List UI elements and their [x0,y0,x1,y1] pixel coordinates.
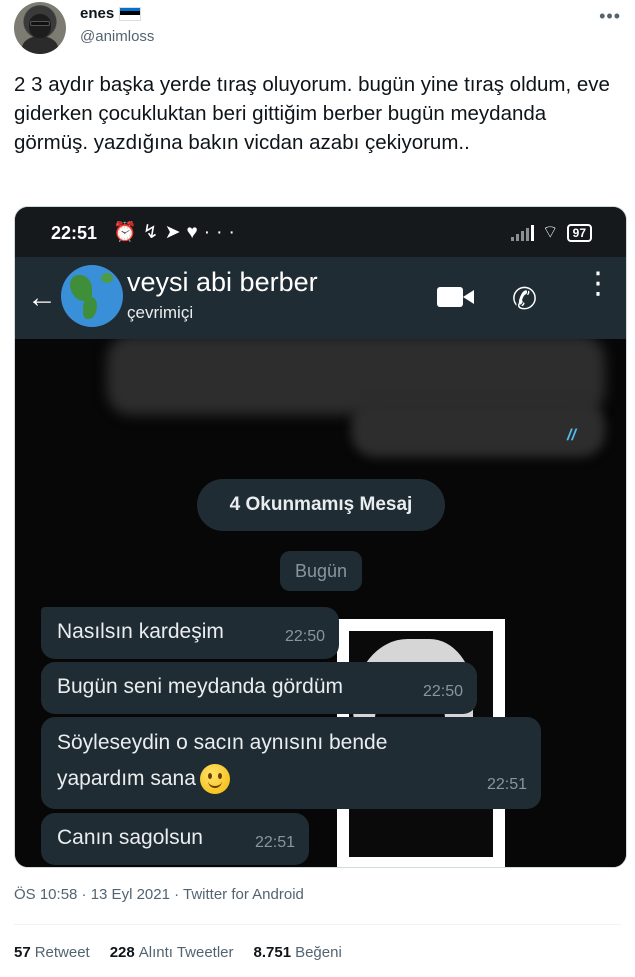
divider [14,924,621,925]
more-notifications-icon: ··· [203,222,241,243]
status-right: ⌔ 97 [510,221,592,244]
author-handle[interactable]: @animloss [80,28,154,45]
message-time: 22:50 [422,683,463,700]
likes-label: Beğeni [295,944,342,961]
wifi-icon: ⌔ [541,222,559,242]
message-text: yapardım sana [57,767,196,790]
chat-area[interactable]: // 4 Okunmamış Mesaj Bugün Nasılsın kard… [15,339,626,867]
phone-status-bar: 22:51 ⏰↯➤♥··· ⌔ 97 [15,207,626,257]
status-time: 22:51 [51,223,98,243]
heart-icon: ♥ [186,222,204,243]
tweet-text: 2 3 aydır başka yerde tıraş oluyorum. bu… [14,73,610,154]
contact-status: çevrimiçi [127,303,194,322]
message-bubble[interactable]: Canın sagolsun 22:51 [41,813,309,865]
message-time: 22:51 [486,776,527,793]
alarm-off-icon: ⏰ [113,222,143,243]
read-receipt-icon: // [567,427,576,444]
back-arrow-icon[interactable]: ← [27,281,57,315]
video-call-icon[interactable] [437,287,474,307]
smile-emoji-icon [199,764,230,795]
author-display-name[interactable]: enes [80,5,142,22]
retweets-stat[interactable]: 57 Retweet [14,944,90,961]
contact-avatar-globe-icon[interactable] [61,265,123,327]
telegram-icon: ➤ [164,222,187,243]
notification-icons: ⏰↯➤♥··· [113,220,241,244]
quotes-count: 228 [109,944,135,961]
battery-icon: 97 [566,223,592,242]
missed-call-icon: ↯ [142,222,165,243]
author-name[interactable]: enes [80,5,114,22]
chat-header: ← veysi abi berber çevrimiçi ✆ ⋮ [15,257,626,339]
likes-count: 8.751 [253,944,292,961]
contact-name[interactable]: veysi abi berber [127,267,318,298]
tweet-header: enes @animloss ••• [14,0,621,60]
message-bubble[interactable]: Söyleseydin o sacın aynısını bende yapar… [41,717,541,809]
signal-icon [510,224,534,241]
message-bubble[interactable]: Nasılsın kardeşim 22:50 [41,607,339,659]
message-bubble[interactable]: Bugün seni meydanda gördüm 22:50 [41,662,477,714]
message-time: 22:50 [284,628,325,645]
quotes-stat[interactable]: 228 Alıntı Tweetler [110,944,234,961]
estonia-flag-icon [119,6,142,21]
more-options-icon[interactable]: ••• [599,6,621,27]
message-text: Söyleseydin o sacın aynısını bende [57,731,388,754]
quotes-label: Alıntı Tweetler [138,944,234,961]
message-text: Canın sagolsun [57,826,203,849]
tweet-timestamp[interactable]: ÖS 10:58 · 13 Eyl 2021 · Twitter for And… [14,886,304,903]
retweets-count: 57 [14,944,31,961]
author-avatar[interactable] [14,2,66,54]
menu-kebab-icon[interactable]: ⋮ [583,269,613,299]
phone-call-icon[interactable]: ✆ [512,282,537,317]
unread-messages-badge: 4 Okunmamış Mesaj [197,479,445,531]
likes-stat[interactable]: 8.751 Beğeni [254,944,342,961]
message-text: Bugün seni meydanda gördüm [57,675,344,698]
tweet-stats: 57 Retweet 228 Alıntı Tweetler 8.751 Beğeni [14,944,342,961]
date-separator: Bugün [280,551,362,591]
message-text: Nasılsın kardeşim [57,620,224,643]
tweet-media-screenshot[interactable]: 22:51 ⏰↯➤♥··· ⌔ 97 ← veysi abi berber çe… [14,206,627,868]
retweets-label: Retweet [34,944,90,961]
message-time: 22:51 [254,834,295,851]
